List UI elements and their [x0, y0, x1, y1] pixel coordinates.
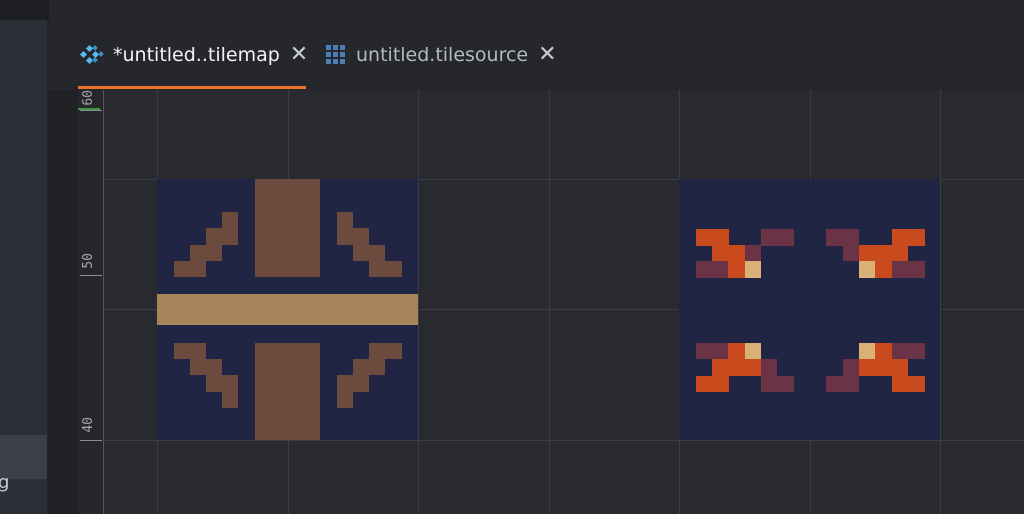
tab-tilesource[interactable]: untitled.tilesource ✕: [325, 30, 557, 80]
tile-pixel: [190, 245, 222, 261]
tile-pixel: [222, 212, 238, 245]
tile-pixel: [696, 229, 729, 246]
tile-pixel: [696, 343, 728, 359]
ruler-label-60: 60: [81, 90, 96, 106]
left-panel: g: [0, 0, 49, 514]
tab-tilemap[interactable]: *untitled..tilemap ✕: [79, 30, 308, 80]
left-panel-item-label: g: [0, 472, 10, 493]
tile-pixel: [353, 228, 369, 245]
tile-pixel: [337, 375, 353, 408]
tile-pixel: [369, 343, 402, 359]
tile-art: [157, 179, 925, 440]
tile-pixel: [206, 228, 222, 245]
tile-pixel: [761, 359, 777, 376]
tile-pixel: [696, 376, 729, 392]
tile-pixel: [696, 261, 728, 278]
tile-pixel: [206, 375, 222, 392]
tile-pixel: [174, 343, 206, 359]
tile-pixel: [761, 229, 794, 246]
ruler-edge: [103, 90, 104, 514]
ruler-label-50: 50: [81, 253, 96, 269]
tile-pixel: [745, 261, 761, 278]
tile-pixel: [712, 359, 761, 376]
tile-pixel: [174, 261, 206, 277]
tile-pixel: [892, 343, 925, 359]
tile-pixel: [157, 294, 418, 325]
tile-left-art: [157, 179, 418, 440]
tile-pixel: [826, 376, 859, 392]
tile-pixel: [190, 359, 222, 375]
tile-pixel: [337, 212, 353, 245]
left-panel-header: [0, 0, 49, 20]
tile-pixel: [745, 343, 761, 359]
tile-pixel: [255, 343, 320, 440]
tile-pixel: [892, 261, 925, 278]
tile-pixel: [745, 245, 761, 261]
left-panel-list: [0, 20, 47, 514]
tile-pixel: [843, 245, 859, 261]
tile-pixel: [222, 375, 238, 408]
tile-pixel: [875, 245, 892, 278]
tab-tilesource-close-icon[interactable]: ✕: [538, 44, 556, 66]
tab-tilesource-label: untitled.tilesource: [356, 44, 529, 66]
tilesource-icon: [325, 44, 347, 66]
tile-pixel: [255, 179, 320, 277]
ruler-tick: [80, 110, 102, 111]
tile-pixel: [859, 261, 875, 278]
tilemap-icon: [79, 44, 105, 66]
ruler-tick: [80, 440, 102, 441]
tab-tilemap-label: *untitled..tilemap: [113, 44, 280, 66]
tile-pixel: [859, 359, 908, 376]
tilemap-canvas[interactable]: 60 50 40: [78, 90, 1024, 514]
tile-pixel: [353, 245, 385, 261]
tile-right-art: [696, 229, 925, 392]
tab-tilemap-close-icon[interactable]: ✕: [290, 44, 308, 66]
tile-pixel: [826, 229, 859, 246]
active-tab-indicator: [78, 86, 306, 89]
tile-pixel: [761, 376, 794, 392]
tile-pixel: [859, 343, 875, 359]
vertical-ruler: 60 50 40: [78, 90, 104, 514]
ruler-label-40: 40: [81, 417, 96, 433]
tile-pixel: [353, 359, 385, 375]
tile-pixel: [353, 375, 369, 392]
ruler-tick: [80, 275, 102, 276]
tile-pixel: [892, 376, 925, 392]
tile-pixel: [369, 261, 402, 277]
tile-pixel: [728, 245, 745, 278]
tile-pixel: [843, 359, 859, 376]
tile-pixel: [892, 229, 925, 246]
